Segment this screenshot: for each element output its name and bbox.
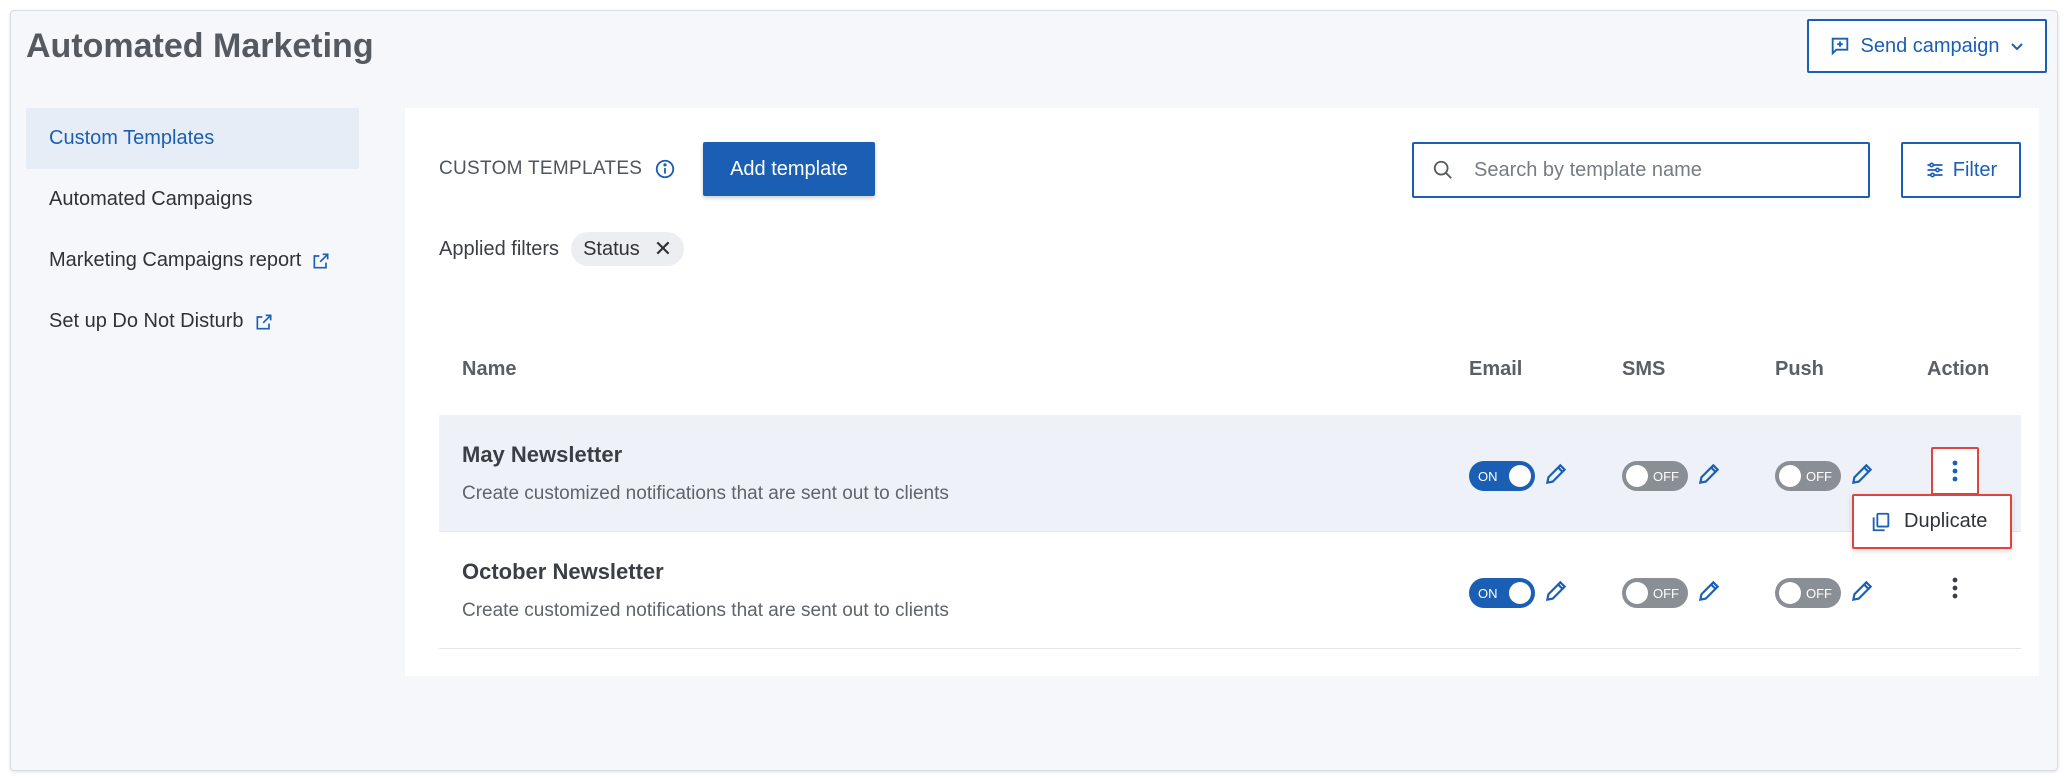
sidebar-item-label: Automated Campaigns <box>49 188 253 210</box>
toggle-state: OFF <box>1806 586 1832 601</box>
pencil-icon[interactable] <box>1543 578 1569 604</box>
section-heading: CUSTOM TEMPLATES <box>439 158 676 180</box>
external-link-icon <box>313 253 329 268</box>
chevron-down-icon <box>2011 43 2024 51</box>
filter-chip-status: Status ✕ <box>571 232 685 266</box>
template-name: October Newsletter <box>462 559 664 584</box>
sms-toggle[interactable]: OFF <box>1622 578 1688 608</box>
sidebar-item-label: Custom Templates <box>49 127 215 149</box>
kebab-icon <box>1952 577 1958 599</box>
copy-icon <box>1872 512 1890 531</box>
search-input[interactable] <box>1474 158 1814 182</box>
sliders-icon <box>1927 162 1943 178</box>
table-row: October Newsletter Create customized not… <box>439 532 2021 649</box>
table-row: May Newsletter Create customized notific… <box>439 415 2021 532</box>
pencil-icon[interactable] <box>1696 578 1722 604</box>
kebab-icon <box>1952 460 1958 482</box>
column-header-action: Action <box>1927 358 1990 380</box>
external-link-icon <box>256 314 272 329</box>
app-window: Automated Marketing Send campaign Custom… <box>10 10 2058 771</box>
template-description: Create customized notifications that are… <box>462 483 949 504</box>
add-template-button[interactable]: Add template <box>703 142 875 196</box>
toggle-state: OFF <box>1806 469 1832 484</box>
applied-filters: Applied filters Status ✕ <box>439 232 685 266</box>
column-header-push: Push <box>1775 358 1824 380</box>
templates-panel: CUSTOM TEMPLATES Add template Filter App… <box>405 108 2039 676</box>
toggle-state: OFF <box>1653 469 1679 484</box>
push-toggle[interactable]: OFF <box>1775 578 1841 608</box>
filter-chip-label: Status <box>583 237 640 260</box>
search-box <box>1412 142 1870 198</box>
column-header-email: Email <box>1469 358 1523 380</box>
duplicate-menu-item[interactable]: Duplicate <box>1852 494 2012 549</box>
email-toggle[interactable]: ON <box>1469 461 1535 491</box>
message-plus-icon <box>1831 37 1848 56</box>
sidebar-item-label: Set up Do Not Disturb <box>49 310 244 332</box>
send-campaign-button[interactable]: Send campaign <box>1807 19 2047 73</box>
sidebar-item-label: Marketing Campaigns report <box>49 249 302 271</box>
sidebar-item-custom-templates[interactable]: Custom Templates <box>26 108 359 169</box>
push-toggle[interactable]: OFF <box>1775 461 1841 491</box>
toggle-knob <box>1509 465 1531 487</box>
email-toggle[interactable]: ON <box>1469 578 1535 608</box>
filter-label: Filter <box>1952 158 1998 181</box>
sms-toggle[interactable]: OFF <box>1622 461 1688 491</box>
toggle-knob <box>1779 465 1801 487</box>
pencil-icon[interactable] <box>1849 461 1875 487</box>
template-description: Create customized notifications that are… <box>462 600 949 621</box>
toggle-knob <box>1626 465 1648 487</box>
duplicate-label: Duplicate <box>1904 510 1988 532</box>
applied-filters-label: Applied filters <box>439 237 560 260</box>
info-icon[interactable] <box>654 158 676 180</box>
toggle-knob <box>1509 582 1531 604</box>
more-actions-button[interactable] <box>1931 447 1979 495</box>
sidebar: Custom Templates Automated Campaigns Mar… <box>26 108 359 352</box>
pencil-icon[interactable] <box>1849 578 1875 604</box>
filter-button[interactable]: Filter <box>1901 142 2021 198</box>
toggle-knob <box>1626 582 1648 604</box>
send-campaign-label: Send campaign <box>1860 34 2000 57</box>
toggle-knob <box>1779 582 1801 604</box>
sidebar-item-marketing-campaigns-report[interactable]: Marketing Campaigns report <box>26 230 359 291</box>
template-name: May Newsletter <box>462 442 623 467</box>
toggle-state: ON <box>1478 469 1498 484</box>
page-title: Automated Marketing <box>26 27 374 65</box>
column-header-sms: SMS <box>1622 358 1666 380</box>
pencil-icon[interactable] <box>1543 461 1569 487</box>
close-icon[interactable]: ✕ <box>654 238 672 260</box>
toggle-state: OFF <box>1653 586 1679 601</box>
more-actions-button[interactable] <box>1931 564 1979 612</box>
pencil-icon[interactable] <box>1696 461 1722 487</box>
column-header-name: Name <box>462 358 517 380</box>
sidebar-item-do-not-disturb[interactable]: Set up Do Not Disturb <box>26 291 359 352</box>
table-header: Name Email SMS Push Action <box>439 358 2021 388</box>
sidebar-item-automated-campaigns[interactable]: Automated Campaigns <box>26 169 359 230</box>
search-icon <box>1433 160 1452 179</box>
section-heading-label: CUSTOM TEMPLATES <box>439 158 643 179</box>
toggle-state: ON <box>1478 586 1498 601</box>
